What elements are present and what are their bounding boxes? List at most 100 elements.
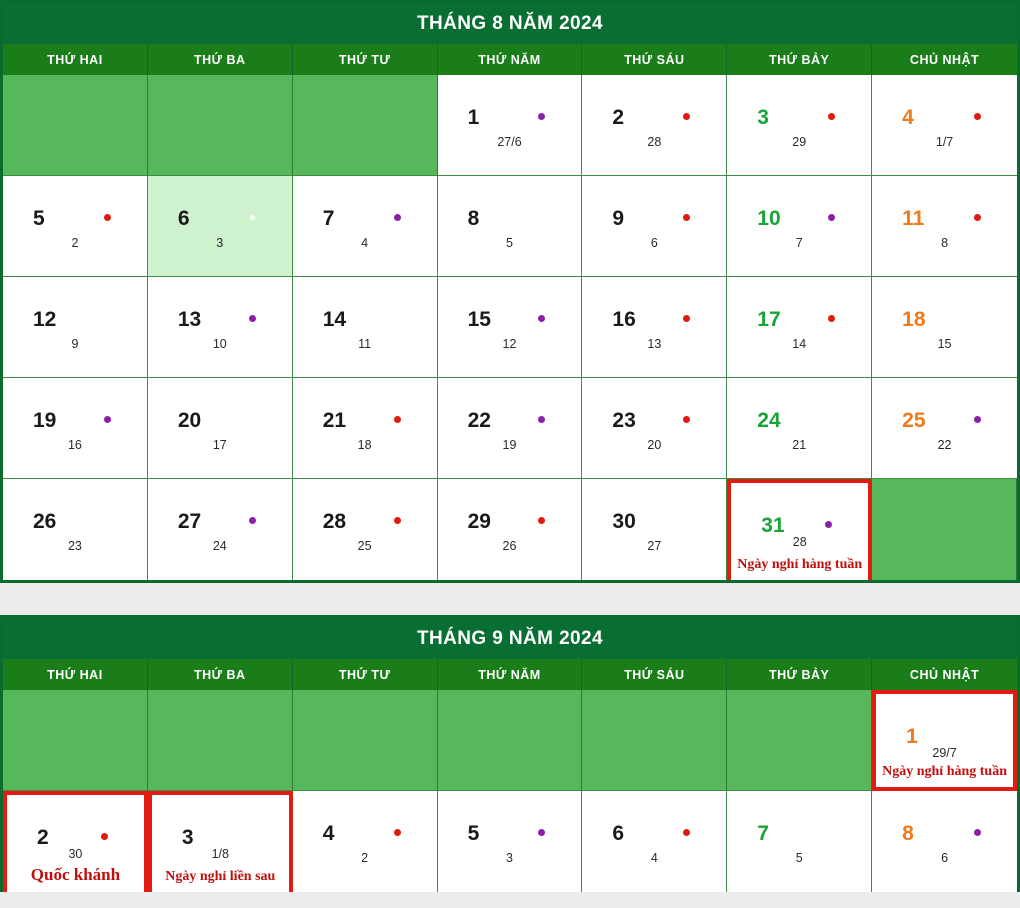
- day-cell-empty: [292, 690, 438, 791]
- weekday-sat: THỨ BẢY: [727, 659, 873, 690]
- day-cell[interactable]: 1 29/7 Ngày nghỉ hàng tuần: [872, 690, 1017, 791]
- day-status-dot-icon: [828, 214, 836, 221]
- day-cell[interactable]: 42: [292, 791, 438, 892]
- day-cell[interactable]: 85: [437, 176, 583, 277]
- day-cell[interactable]: 15 12: [437, 277, 583, 378]
- day-cell[interactable]: 25 22: [872, 378, 1017, 479]
- day-status-dot-icon: [393, 416, 401, 423]
- day-cell[interactable]: 75: [727, 791, 873, 892]
- day-number: 22: [467, 409, 491, 432]
- day-status-dot-icon: [683, 829, 691, 836]
- day-cell[interactable]: 4 1/7: [872, 75, 1017, 176]
- day-number: 23: [612, 409, 636, 432]
- day-cell[interactable]: 26 23: [3, 479, 148, 580]
- lunar-date: 8: [941, 236, 949, 250]
- lunar-date: 17: [212, 438, 227, 452]
- day-status-dot-icon: [538, 416, 546, 423]
- day-number: 7: [322, 207, 335, 230]
- day-number: 19: [33, 409, 57, 432]
- day-cell[interactable]: 12 9: [3, 277, 148, 378]
- day-status-dot-icon: [974, 214, 981, 221]
- day-number: 1: [906, 725, 918, 748]
- weekday-mon: THỨ HAI: [3, 44, 148, 75]
- day-number: 12: [33, 308, 57, 331]
- day-cell[interactable]: 64: [582, 791, 728, 892]
- lunar-date: 28: [792, 535, 807, 549]
- day-cell-empty: [3, 75, 148, 176]
- lunar-date: 22: [937, 438, 952, 452]
- lunar-date: 10: [212, 337, 227, 351]
- day-status-dot-icon: [825, 521, 833, 528]
- day-status-dot-icon: [393, 829, 401, 836]
- day-number: 24: [757, 409, 781, 432]
- day-cell[interactable]: 1 27/6: [437, 75, 583, 176]
- week-row: 2 30 Quốc khánh 3 1/8 Ngày nghỉ liền sau 4 2 5 3 6…: [3, 791, 1017, 892]
- holiday-note: Ngày nghỉ liền sau: [165, 869, 276, 884]
- day-cell[interactable]: 63: [147, 176, 293, 277]
- lunar-date: 15: [937, 337, 952, 351]
- day-cell[interactable]: 3 1/8 Ngày nghỉ liền sau: [147, 791, 293, 892]
- weekday-wed: THỨ TƯ: [293, 44, 438, 75]
- day-number: 2: [612, 106, 625, 129]
- day-cell[interactable]: 22 19: [437, 378, 583, 479]
- day-cell[interactable]: 27 24: [147, 479, 293, 580]
- lunar-date: 29/7: [932, 746, 957, 760]
- day-number: 17: [757, 308, 781, 331]
- day-number: 1: [467, 106, 480, 129]
- day-cell[interactable]: 53: [437, 791, 583, 892]
- lunar-date: 27/6: [497, 135, 522, 149]
- day-number: 28: [322, 510, 347, 533]
- day-cell[interactable]: 23 20: [582, 378, 728, 479]
- week-row: 5 2 6 3 7 4 8 5 9 6 10 7 11 8: [3, 176, 1017, 277]
- weekday-thu: THỨ NĂM: [438, 659, 583, 690]
- day-cell-empty: [582, 690, 728, 791]
- lunar-date: 6: [941, 851, 949, 865]
- day-status-dot-icon: [100, 833, 108, 840]
- day-cell[interactable]: 74: [292, 176, 438, 277]
- day-status-dot-icon: [538, 113, 546, 120]
- day-cell[interactable]: 3 29: [727, 75, 873, 176]
- day-cell[interactable]: 28 25: [292, 479, 438, 580]
- day-cell[interactable]: 2 30 Quốc khánh: [3, 791, 148, 892]
- lunar-date: 18: [357, 438, 372, 452]
- day-status-dot-icon: [683, 113, 691, 120]
- day-cell[interactable]: 18 15: [872, 277, 1017, 378]
- month-block-september: THÁNG 9 NĂM 2024 THỨ HAI THỨ BA THỨ TƯ T…: [0, 615, 1020, 892]
- day-cell[interactable]: 21 18: [292, 378, 438, 479]
- lunar-date: 4: [361, 236, 369, 250]
- day-cell[interactable]: 14 11: [292, 277, 438, 378]
- day-status-dot-icon: [393, 517, 401, 524]
- day-number: 9: [612, 207, 625, 230]
- day-cell[interactable]: 19 16: [3, 378, 148, 479]
- day-cell[interactable]: 11 8: [872, 176, 1017, 277]
- day-number: 21: [322, 409, 347, 432]
- day-number: 20: [177, 409, 202, 432]
- lunar-date: 2: [361, 851, 369, 865]
- day-cell[interactable]: 10 7: [727, 176, 873, 277]
- month-block-august: THÁNG 8 NĂM 2024 THỨ HAI THỨ BA THỨ TƯ T…: [0, 0, 1020, 583]
- lunar-date: 21: [792, 438, 807, 452]
- day-cell[interactable]: 13 10: [147, 277, 293, 378]
- day-cell[interactable]: 96: [582, 176, 728, 277]
- day-cell[interactable]: 30 27: [582, 479, 728, 580]
- day-cell[interactable]: 20 17: [147, 378, 293, 479]
- day-status-dot-icon: [538, 517, 546, 524]
- day-cell[interactable]: 31 28 Ngày nghỉ hàng tuần: [727, 479, 873, 580]
- calendar-page: THÁNG 8 NĂM 2024 THỨ HAI THỨ BA THỨ TƯ T…: [0, 0, 1020, 908]
- day-cell[interactable]: 24 21: [727, 378, 873, 479]
- day-cell[interactable]: 86: [872, 791, 1017, 892]
- weeks-container-august: 1 27/6 2 28 3 29 4 1/7 5 2 6 3 7 4 8 5 9 6 10 7 11 8 12 9 13 10 14…: [3, 75, 1017, 580]
- day-cell[interactable]: 52: [3, 176, 148, 277]
- week-row: 26 23 27 24 28 25 29 26 30 27 31 28 Ngày nghỉ hàng t…: [3, 479, 1017, 580]
- day-cell[interactable]: 29 26: [437, 479, 583, 580]
- day-cell[interactable]: 2 28: [582, 75, 728, 176]
- day-number: 31: [761, 514, 785, 537]
- day-number: 6: [612, 822, 625, 845]
- day-cell[interactable]: 17 14: [727, 277, 873, 378]
- week-row: 19 16 20 17 21 18 22 19 23 20 24 21 25 22: [3, 378, 1017, 479]
- week-row: 12 9 13 10 14 11 15 12 16 13 17 14 18 15: [3, 277, 1017, 378]
- day-number: 4: [902, 106, 914, 129]
- lunar-date: 30: [68, 847, 83, 861]
- day-status-dot-icon: [683, 315, 691, 322]
- day-cell[interactable]: 16 13: [582, 277, 728, 378]
